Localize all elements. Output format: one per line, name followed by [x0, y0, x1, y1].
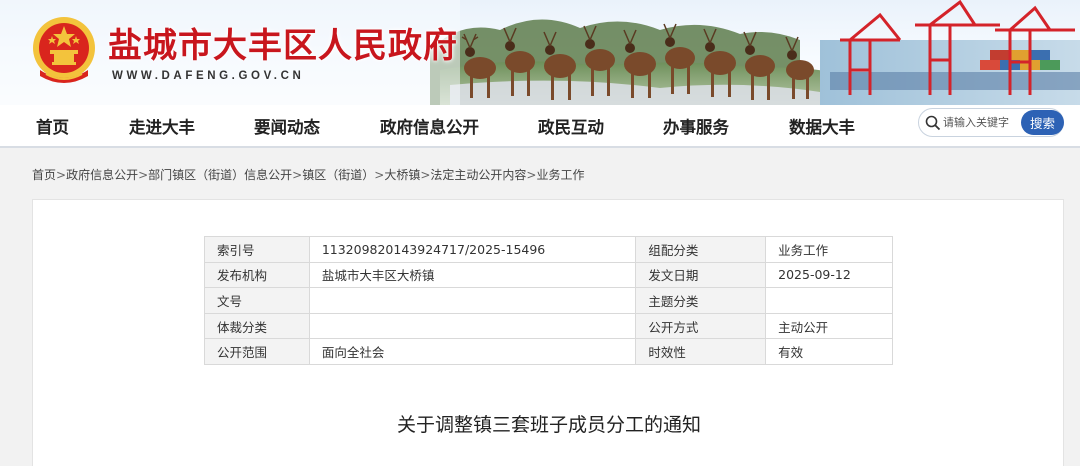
- breadcrumb: 首页>政府信息公开>部门镇区（街道）信息公开>镇区（街道）>大桥镇>法定主动公开…: [32, 166, 584, 183]
- header-banner: 盐城市大丰区人民政府 WWW.DAFENG.GOV.CN: [0, 0, 1080, 105]
- breadcrumb-link-department-info[interactable]: 部门镇区（街道）信息公开: [148, 168, 292, 182]
- meta-label-index-number: 索引号: [204, 236, 310, 263]
- national-emblem-icon: [33, 17, 95, 83]
- meta-value-publisher: 盐城市大丰区大桥镇: [308, 261, 637, 289]
- table-row: 发布机构 盐城市大丰区大桥镇 发文日期 2025-09-12: [204, 261, 893, 289]
- breadcrumb-separator: >: [292, 168, 303, 182]
- nav-item-services[interactable]: 办事服务: [663, 114, 729, 138]
- breadcrumb-link-daqiao-town[interactable]: 大桥镇: [384, 168, 420, 182]
- site-title: 盐城市大丰区人民政府: [108, 26, 458, 66]
- meta-label-scope: 公开范围: [204, 338, 310, 365]
- meta-value-validity: 有效: [765, 338, 893, 365]
- meta-label-disclosure-method: 公开方式: [635, 312, 767, 340]
- meta-value-document-number: [308, 287, 637, 314]
- meta-value-topic: [765, 287, 893, 314]
- meta-label-validity: 时效性: [635, 338, 767, 365]
- breadcrumb-link-gov-info[interactable]: 政府信息公开: [66, 168, 138, 182]
- meta-label-document-number: 文号: [204, 287, 310, 314]
- table-row: 公开范围 面向全社会 时效性 有效: [204, 338, 893, 365]
- breadcrumb-link-statutory-content[interactable]: 法定主动公开内容: [430, 168, 526, 182]
- nav-item-about-dafeng[interactable]: 走进大丰: [129, 114, 195, 138]
- meta-value-index-number: 113209820143924717/2025-15496: [308, 236, 637, 263]
- table-row: 索引号 113209820143924717/2025-15496 组配分类 业…: [204, 236, 893, 263]
- breadcrumb-separator: >: [56, 168, 67, 182]
- meta-label-topic: 主题分类: [635, 287, 767, 314]
- meta-label-publisher: 发布机构: [204, 261, 310, 289]
- breadcrumb-link-business-work[interactable]: 业务工作: [536, 168, 584, 182]
- meta-value-disclosure-method: 主动公开: [765, 312, 893, 340]
- nav-item-news[interactable]: 要闻动态: [254, 114, 320, 138]
- document-meta-table: 索引号 113209820143924717/2025-15496 组配分类 业…: [204, 236, 893, 365]
- meta-label-category: 组配分类: [635, 236, 767, 263]
- site-domain: WWW.DAFENG.GOV.CN: [112, 70, 305, 82]
- table-row: 文号 主题分类: [204, 287, 893, 314]
- breadcrumb-separator: >: [420, 168, 431, 182]
- nav-item-data[interactable]: 数据大丰: [789, 114, 855, 138]
- breadcrumb-link-towns[interactable]: 镇区（街道）: [302, 168, 374, 182]
- search-button[interactable]: 搜索: [1021, 110, 1064, 135]
- meta-value-category: 业务工作: [765, 236, 893, 263]
- table-row: 体裁分类 公开方式 主动公开: [204, 312, 893, 340]
- breadcrumb-separator: >: [138, 168, 149, 182]
- breadcrumb-separator: >: [526, 168, 537, 182]
- meta-value-genre: [308, 312, 637, 340]
- nav-item-gov-info[interactable]: 政府信息公开: [380, 114, 479, 138]
- meta-value-scope: 面向全社会: [308, 338, 637, 365]
- breadcrumb-link-home[interactable]: 首页: [32, 168, 56, 182]
- meta-value-issue-date: 2025-09-12: [765, 261, 893, 289]
- site-header: 盐城市大丰区人民政府 WWW.DAFENG.GOV.CN 首页 走进大丰 要闻动…: [0, 0, 1080, 148]
- article-title: 关于调整镇三套班子成员分工的通知: [396, 414, 701, 436]
- content-panel: 索引号 113209820143924717/2025-15496 组配分类 业…: [32, 199, 1064, 466]
- search-input[interactable]: [943, 112, 1019, 133]
- nav-item-home[interactable]: 首页: [36, 114, 69, 138]
- meta-label-issue-date: 发文日期: [635, 261, 767, 289]
- search-box: 搜索: [918, 108, 1064, 137]
- meta-label-genre: 体裁分类: [204, 312, 310, 340]
- search-icon: [925, 115, 941, 131]
- breadcrumb-separator: >: [374, 168, 385, 182]
- nav-item-interaction[interactable]: 政民互动: [538, 114, 604, 138]
- header-divider: [0, 146, 1080, 148]
